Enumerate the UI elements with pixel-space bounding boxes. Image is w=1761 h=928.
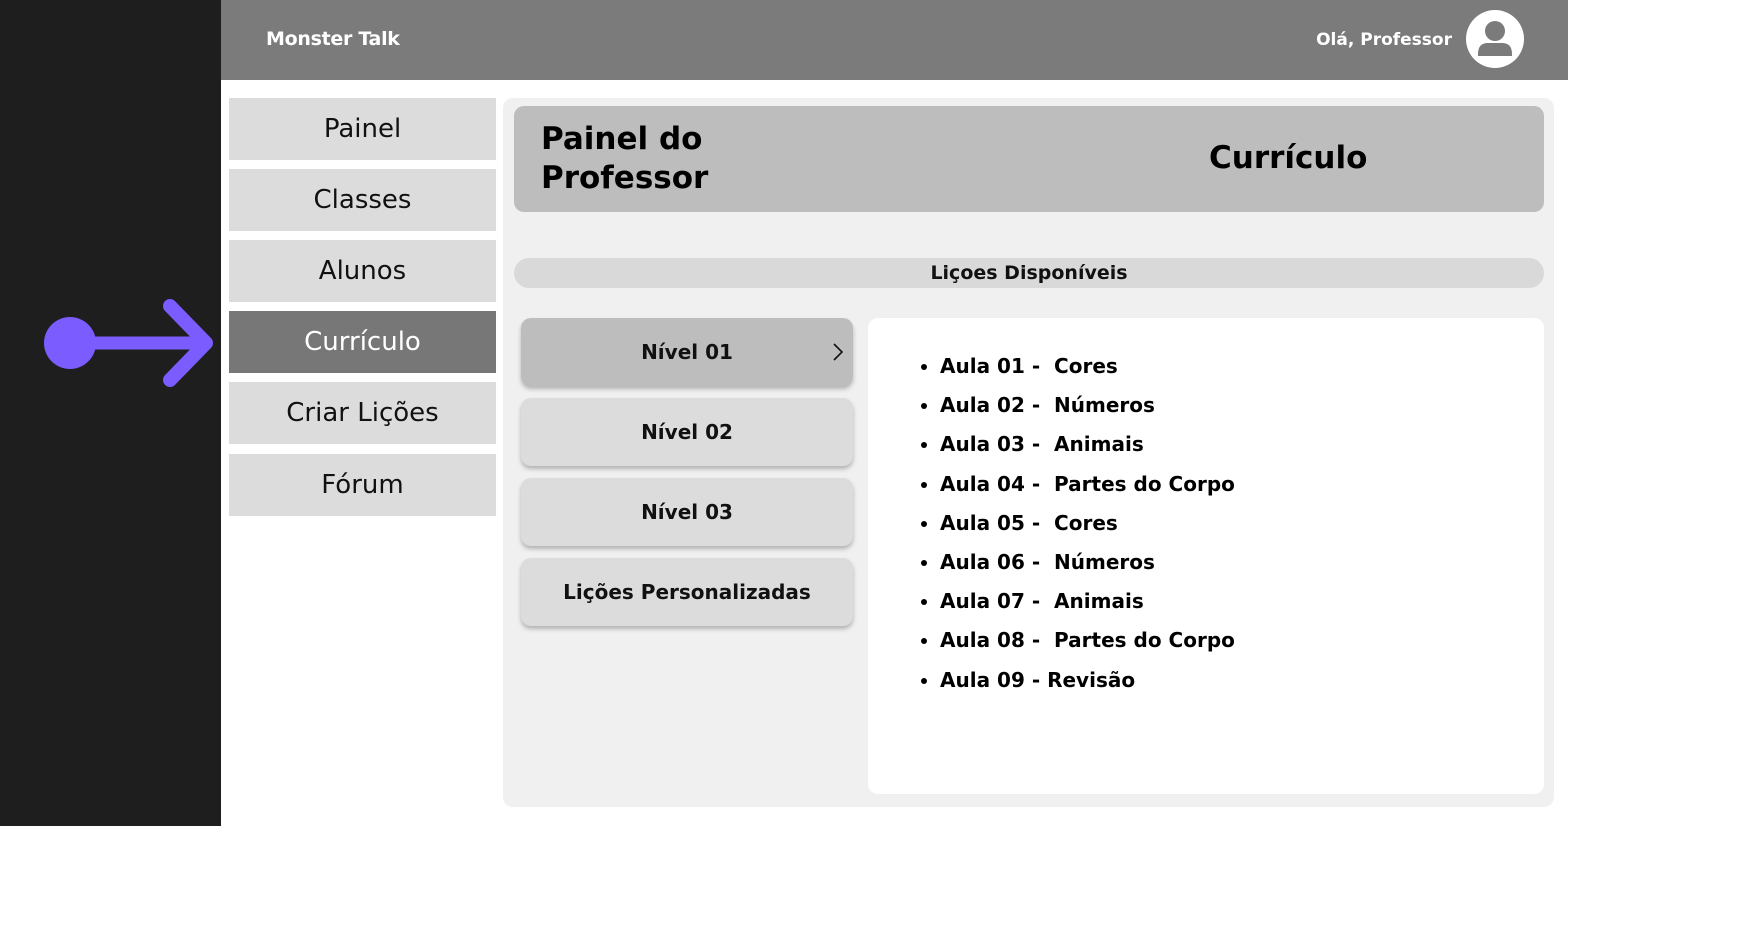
sidebar-item-alunos[interactable]: Alunos xyxy=(229,240,496,302)
level-button-label: Nível 01 xyxy=(641,340,733,364)
lesson-list: Aula 01 - Cores Aula 02 - Números Aula 0… xyxy=(868,351,1235,704)
list-item[interactable]: Aula 07 - Animais xyxy=(940,586,1235,625)
sidebar-item-label: Currículo xyxy=(304,327,421,357)
sidebar-item-label: Criar Lições xyxy=(286,398,439,428)
sidebar-item-label: Classes xyxy=(313,185,412,215)
level-button-label: Nível 03 xyxy=(641,500,733,524)
sidebar-item-forum[interactable]: Fórum xyxy=(229,454,496,516)
list-item[interactable]: Aula 02 - Números xyxy=(940,390,1235,429)
lessons-heading: Liçoes Disponíveis xyxy=(514,258,1544,288)
level-button-nivel-02[interactable]: Nível 02 xyxy=(521,398,853,466)
sidebar-item-painel[interactable]: Painel xyxy=(229,98,496,160)
brand-logo[interactable]: Monster Talk xyxy=(266,28,400,50)
user-avatar-icon[interactable] xyxy=(1466,10,1524,68)
section-title: Currículo xyxy=(1209,140,1368,176)
lesson-list-panel: Aula 01 - Cores Aula 02 - Números Aula 0… xyxy=(868,318,1544,794)
main-content: Painel do Professor Currículo Liçoes Dis… xyxy=(503,98,1554,807)
sidebar-item-criar-licoes[interactable]: Criar Lições xyxy=(229,382,496,444)
left-dark-strip xyxy=(0,0,221,826)
page-header: Painel do Professor Currículo xyxy=(514,106,1544,212)
pointer-arrow-icon xyxy=(44,299,213,387)
page-title: Painel do Professor xyxy=(541,121,709,196)
level-button-licoes-personalizadas[interactable]: Lições Personalizadas xyxy=(521,558,853,626)
list-item[interactable]: Aula 01 - Cores xyxy=(940,351,1235,390)
level-button-nivel-01[interactable]: Nível 01 xyxy=(521,318,853,386)
level-button-label: Lições Personalizadas xyxy=(563,580,811,604)
chevron-right-icon xyxy=(833,343,844,361)
list-item[interactable]: Aula 05 - Cores xyxy=(940,508,1235,547)
list-item[interactable]: Aula 04 - Partes do Corpo xyxy=(940,469,1235,508)
top-bar: Monster Talk Olá, Professor xyxy=(221,0,1568,80)
list-item[interactable]: Aula 06 - Números xyxy=(940,547,1235,586)
level-button-nivel-03[interactable]: Nível 03 xyxy=(521,478,853,546)
sidebar-item-label: Painel xyxy=(323,114,402,144)
user-greeting: Olá, Professor xyxy=(1316,30,1452,50)
sidebar-item-classes[interactable]: Classes xyxy=(229,169,496,231)
list-item[interactable]: Aula 09 - Revisão xyxy=(940,665,1235,704)
sidebar-item-curriculo[interactable]: Currículo xyxy=(229,311,496,373)
list-item[interactable]: Aula 03 - Animais xyxy=(940,429,1235,468)
list-item[interactable]: Aula 08 - Partes do Corpo xyxy=(940,625,1235,664)
sidebar-item-label: Fórum xyxy=(321,470,404,500)
sidebar-item-label: Alunos xyxy=(318,256,407,286)
level-button-label: Nível 02 xyxy=(641,420,733,444)
